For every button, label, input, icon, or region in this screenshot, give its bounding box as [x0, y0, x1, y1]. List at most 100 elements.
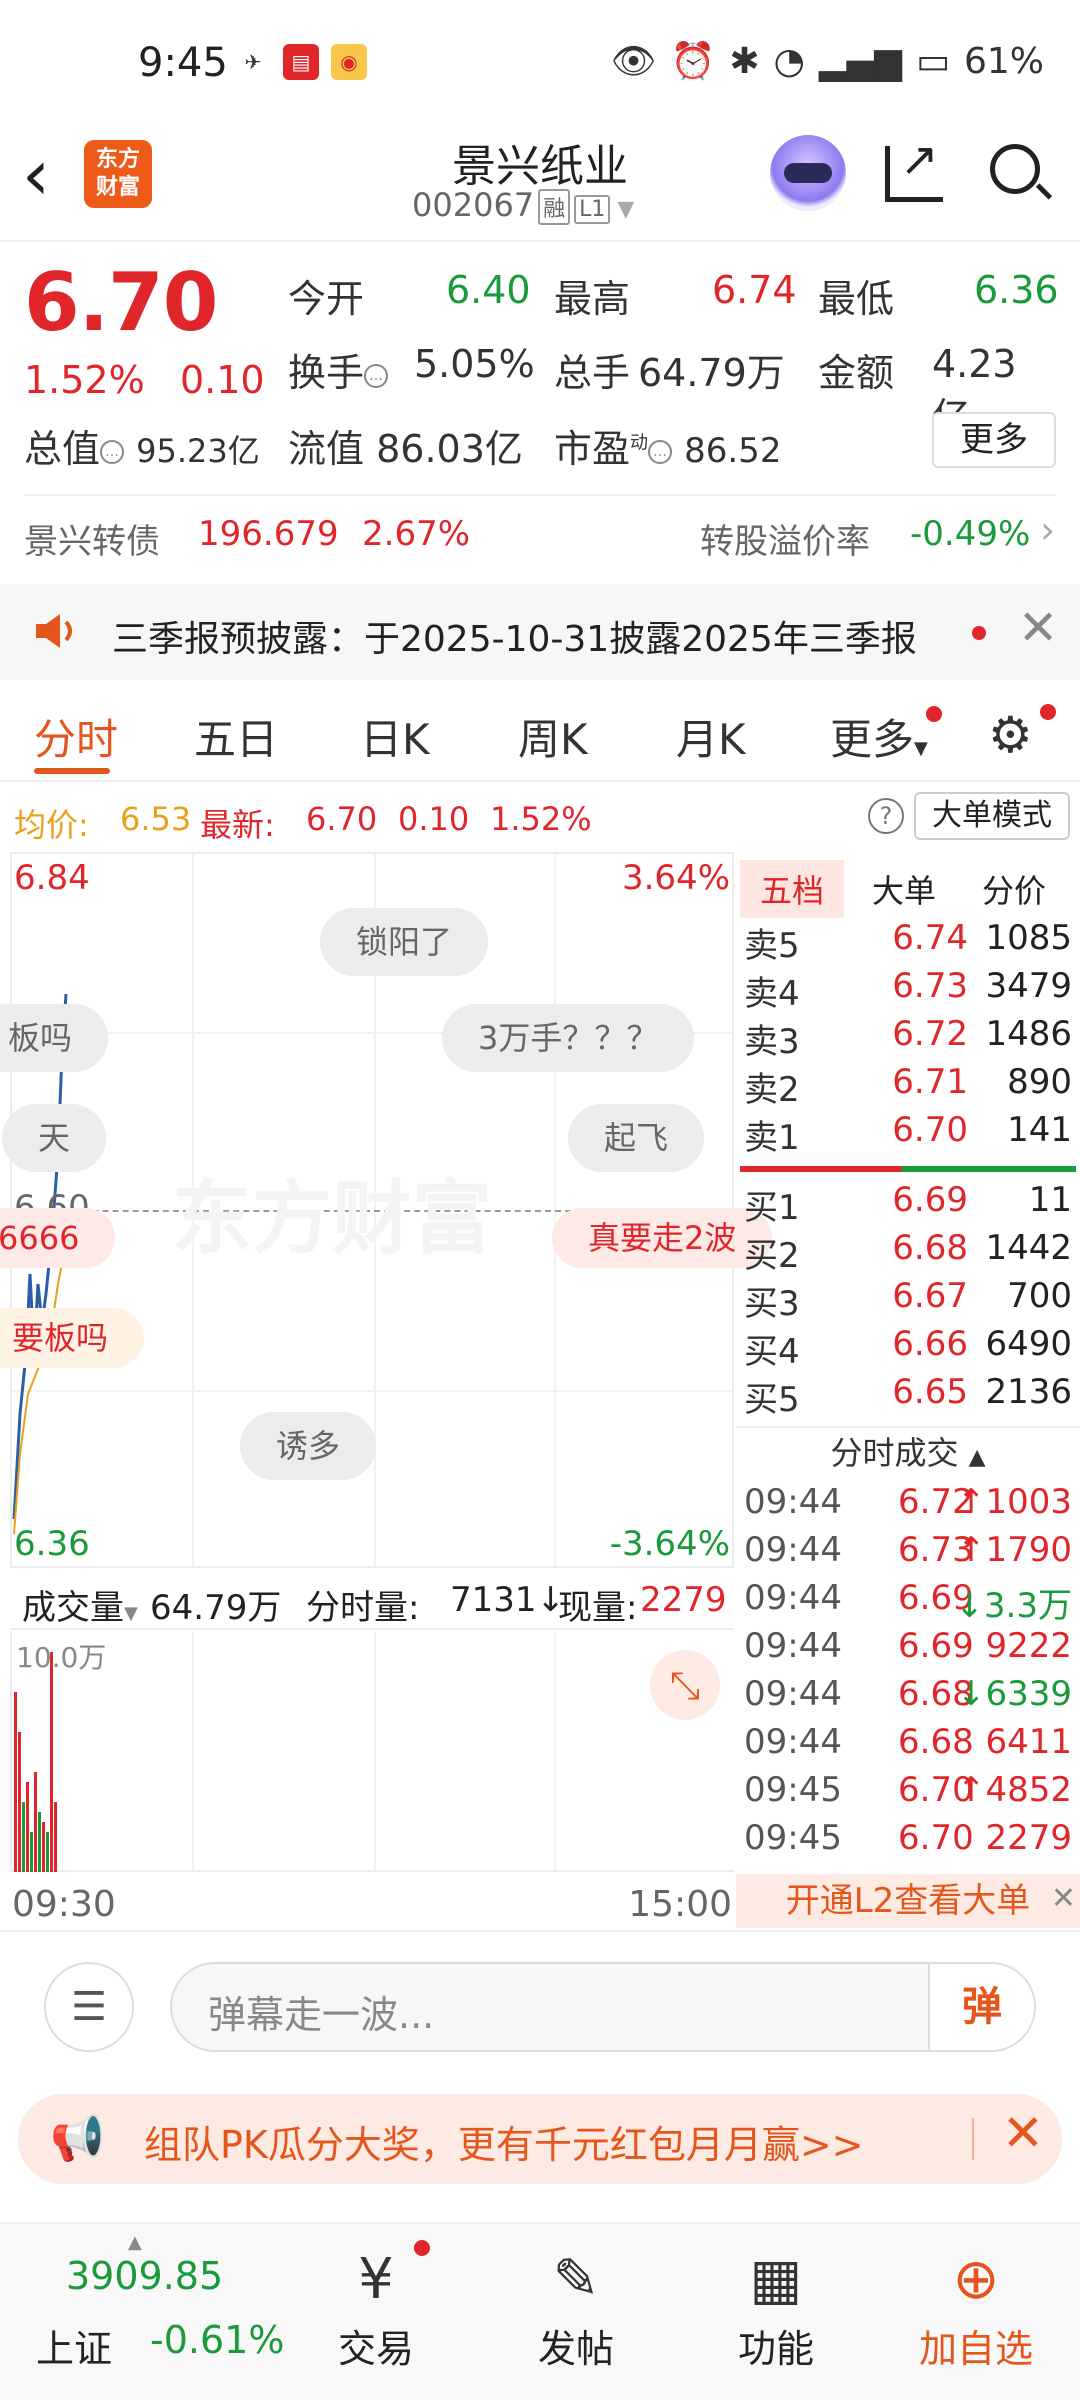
- tab-five-day[interactable]: 五日: [194, 706, 278, 767]
- price-change: 0.10: [180, 358, 265, 402]
- ask-row[interactable]: 卖5 6.74 1085: [736, 918, 1080, 966]
- float-cap-label: 流值: [288, 427, 365, 471]
- nav-post[interactable]: ✎ 发帖: [516, 2242, 636, 2373]
- nav-add-watchlist-label: 加自选: [918, 2327, 1033, 2371]
- status-right: 👁 ⏰ ✱ ◔ ▂▄▆ ▭ 61%: [611, 40, 1044, 83]
- ask-level: 卖4: [744, 974, 800, 1014]
- tick-direction: ↑: [956, 1770, 986, 1810]
- info-icon[interactable]: …: [648, 439, 673, 464]
- current-price: 6.70: [24, 256, 218, 349]
- tab-more[interactable]: 更多▼: [830, 706, 928, 767]
- share-icon[interactable]: [885, 132, 943, 202]
- tick-header[interactable]: 分时成交 ▲: [736, 1426, 1080, 1476]
- bond-name: 景兴转债: [24, 522, 160, 562]
- bid-row[interactable]: 买1 6.69 11: [736, 1180, 1080, 1228]
- convertible-bond-row[interactable]: 景兴转债 196.679 2.67% 转股溢价率 -0.49% ›: [0, 500, 1080, 570]
- ask-qty: 3479: [985, 966, 1072, 1006]
- volume-value: 64.79万: [638, 351, 785, 395]
- app-notification-icon: ▤: [283, 44, 319, 80]
- ask-price: 6.74: [892, 918, 968, 958]
- volume-chart[interactable]: 10.0万: [10, 1632, 734, 1872]
- bid-level: 买1: [744, 1188, 800, 1228]
- search-icon[interactable]: [990, 144, 1040, 194]
- premium-label: 转股溢价率: [700, 522, 870, 562]
- tab-big-orders[interactable]: 大单: [872, 866, 936, 912]
- danmaku-bubble: 要板吗: [0, 1308, 145, 1368]
- minute-volume-label: 分时量:: [306, 1588, 420, 1628]
- tick-qty: ↑1790: [957, 1530, 1072, 1570]
- ask-row[interactable]: 卖2 6.71 890: [736, 1062, 1080, 1110]
- status-time: 9:45: [138, 40, 228, 86]
- danmaku-bubble: 板吗: [0, 1004, 109, 1072]
- index-name[interactable]: 上证: [36, 2318, 112, 2373]
- close-icon[interactable]: ✕: [1002, 2104, 1044, 2162]
- tab-monthly-k[interactable]: 月K: [676, 706, 746, 767]
- tab-weekly-k[interactable]: 周K: [518, 706, 588, 767]
- tick-qty-value: 1003: [985, 1482, 1072, 1522]
- bid-row[interactable]: 买2 6.68 1442: [736, 1228, 1080, 1276]
- nav-trade[interactable]: ¥ 交易: [316, 2242, 436, 2373]
- ask-row[interactable]: 卖3 6.72 1486: [736, 1014, 1080, 1062]
- promo-banner[interactable]: 📢 组队PK瓜分大奖，更有千元红包月月赢>> ✕: [18, 2094, 1062, 2184]
- big-order-mode-button[interactable]: 大单模式: [914, 792, 1070, 840]
- tab-intraday[interactable]: 分时: [34, 706, 118, 767]
- tick-price: 6.68: [898, 1722, 974, 1762]
- volume-label[interactable]: 成交量▼: [22, 1580, 138, 1629]
- index-value[interactable]: 3909.85: [66, 2254, 223, 2298]
- tick-row: 09:44 6.72 ↑1003: [736, 1482, 1080, 1530]
- nav-add-watchlist[interactable]: ⊕ 加自选: [916, 2242, 1036, 2373]
- ask-row[interactable]: 卖1 6.70 141: [736, 1110, 1080, 1158]
- ai-assistant-icon[interactable]: [770, 135, 846, 211]
- danmaku-bubble: 诱多: [240, 1412, 377, 1480]
- grid-icon: ▦: [749, 2247, 803, 2312]
- high-stat: 最高 6.74: [554, 268, 797, 323]
- tick-row: 09:44 6.68 ↓6339: [736, 1674, 1080, 1722]
- tick-price: 6.69: [898, 1626, 974, 1666]
- add-circle-icon: ⊕: [952, 2247, 1000, 2312]
- gear-icon[interactable]: ⚙: [988, 706, 1033, 764]
- bid-row[interactable]: 买3 6.67 700: [736, 1276, 1080, 1324]
- tab-price-dist[interactable]: 分价: [982, 866, 1046, 912]
- tick-qty-value: 3.3万: [983, 1586, 1072, 1626]
- info-icon[interactable]: …: [100, 439, 125, 464]
- battery-level: 61%: [963, 40, 1044, 82]
- ask-row[interactable]: 卖4 6.73 3479: [736, 966, 1080, 1014]
- notice-bar[interactable]: 三季报预披露：于2025-10-31披露2025年三季报 ✕: [0, 584, 1080, 680]
- volume-total: 64.79万: [150, 1588, 282, 1628]
- l2-upgrade-bar[interactable]: 开通L2查看大单 ✕: [736, 1874, 1080, 1928]
- danmaku-settings-icon[interactable]: ☰: [44, 1962, 134, 2052]
- promo-text: 组队PK瓜分大奖，更有千元红包月月赢>>: [144, 2123, 864, 2167]
- danmaku-toggle-button[interactable]: 弹: [928, 1964, 1034, 2050]
- open-value: 6.40: [446, 268, 531, 312]
- ask-price: 6.73: [892, 966, 968, 1006]
- close-icon[interactable]: ✕: [1051, 1872, 1076, 1926]
- tab-daily-k[interactable]: 日K: [360, 706, 430, 767]
- nav-trade-label: 交易: [337, 2327, 414, 2371]
- edit-icon: ✎: [552, 2247, 600, 2312]
- ask-qty: 890: [1007, 1062, 1072, 1102]
- tab-five-levels[interactable]: 五档: [740, 860, 845, 918]
- bid-price: 6.67: [892, 1276, 968, 1316]
- ask-qty: 1085: [985, 918, 1072, 958]
- close-icon[interactable]: ✕: [1018, 600, 1058, 656]
- tick-qty-value: 6411: [985, 1722, 1072, 1762]
- avg-value: 6.53: [120, 800, 192, 838]
- danmaku-input[interactable]: 弹幕走一波... 弹: [170, 1962, 1036, 2052]
- more-stats-button[interactable]: 更多: [932, 412, 1056, 468]
- index-change[interactable]: -0.61%: [150, 2318, 284, 2362]
- amount-stat: 金额 4.23亿: [818, 342, 1017, 439]
- help-icon[interactable]: ?: [868, 798, 904, 834]
- tick-direction: ↑: [956, 1530, 986, 1570]
- stock-code-row[interactable]: 002067 融 L1 ▼: [412, 186, 634, 225]
- tick-direction: ↓: [956, 1674, 986, 1714]
- nav-functions[interactable]: ▦ 功能: [716, 2242, 836, 2373]
- info-icon[interactable]: …: [364, 363, 389, 388]
- margin-tag: 融: [538, 189, 571, 225]
- tick-time: 09:44: [744, 1626, 842, 1666]
- pe-stat: 市盈动… 86.52: [554, 418, 781, 473]
- bid-row[interactable]: 买4 6.66 6490: [736, 1324, 1080, 1372]
- intraday-chart[interactable]: 东方财富 6.84 3.64% 6.60 6.36 -3.64% 锁阳了 板吗 …: [0, 852, 773, 1568]
- bid-row[interactable]: 买5 6.65 2136: [736, 1372, 1080, 1420]
- tick-qty-value: 1790: [985, 1530, 1072, 1570]
- expand-icon[interactable]: ⤡: [650, 1650, 720, 1720]
